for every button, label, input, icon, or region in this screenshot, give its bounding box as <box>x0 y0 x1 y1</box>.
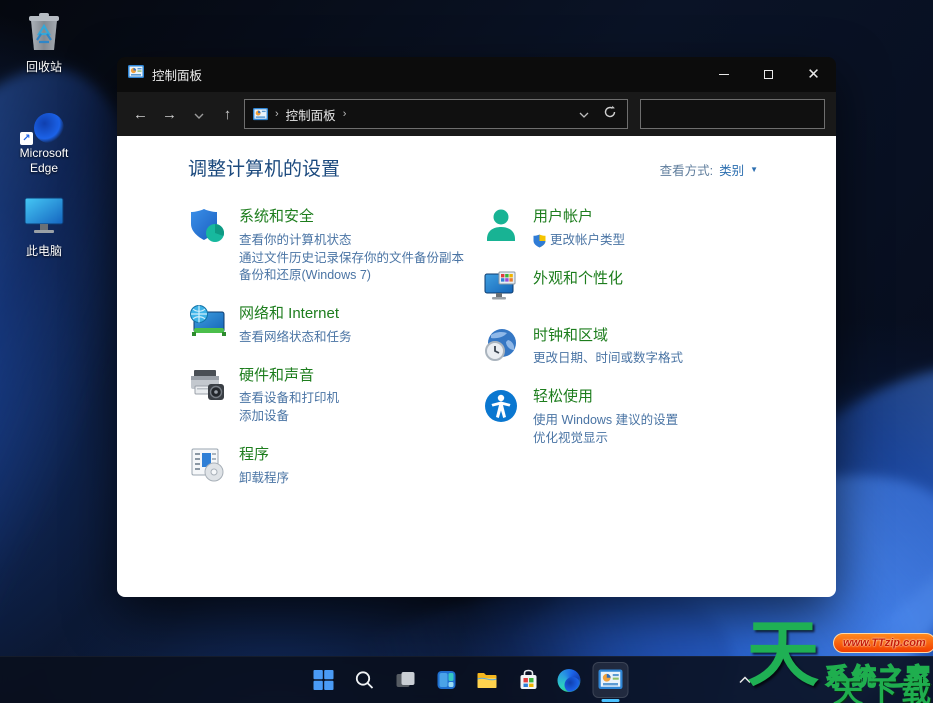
recent-pages-chevron-icon[interactable] <box>185 106 212 123</box>
search-icon <box>355 671 373 689</box>
close-button[interactable]: ✕ <box>791 57 836 92</box>
category-title[interactable]: 轻松使用 <box>533 388 678 407</box>
tray-hidden-icons-chevron[interactable] <box>739 676 751 684</box>
category-hardware-sound: 硬件和声音 查看设备和打印机 添加设备 <box>188 366 482 426</box>
maximize-icon <box>764 70 773 79</box>
minimize-icon <box>718 74 729 75</box>
desktop-icon-label: 回收站 <box>25 60 62 74</box>
category-network-internet: 网络和 Internet 查看网络状态和任务 <box>188 304 482 347</box>
category-user-accounts: 用户帐户 更改帐户类型 <box>482 207 758 250</box>
start-button[interactable] <box>305 662 341 698</box>
page-title: 调整计算机的设置 <box>188 159 341 180</box>
task-link[interactable]: 查看网络状态和任务 <box>239 329 352 347</box>
back-button[interactable]: ← <box>127 106 154 123</box>
category-title[interactable]: 系统和安全 <box>239 208 464 227</box>
address-dropdown-chevron-icon[interactable] <box>579 105 589 123</box>
category-ease-of-access: 轻松使用 使用 Windows 建议的设置 优化视觉显示 <box>482 387 758 447</box>
file-explorer-icon <box>477 672 497 688</box>
category-programs: 程序 卸载程序 <box>188 445 482 488</box>
user-accounts-icon[interactable] <box>482 207 520 245</box>
appearance-personalization-icon[interactable] <box>482 269 520 307</box>
clock-region-icon[interactable] <box>482 326 520 364</box>
this-pc-icon <box>21 194 67 241</box>
category-system-security: 系统和安全 查看你的计算机状态 通过文件历史记录保存你的文件备份副本 备份和还原… <box>188 207 482 285</box>
breadcrumb-separator: › <box>342 108 347 120</box>
task-link[interactable]: 添加设备 <box>239 408 339 426</box>
chevron-up-icon <box>739 676 751 684</box>
address-bar[interactable]: › 控制面板 › <box>244 99 628 129</box>
hardware-sound-icon[interactable] <box>188 366 226 404</box>
task-view-button[interactable] <box>387 662 423 698</box>
task-link[interactable]: 更改日期、时间或数字格式 <box>533 350 683 368</box>
widgets-icon <box>437 671 455 689</box>
store-button[interactable] <box>510 662 546 698</box>
desktop-icon-label: 此电脑 <box>25 244 62 258</box>
taskbar <box>0 656 933 703</box>
edge-icon <box>557 668 581 692</box>
programs-icon[interactable] <box>188 445 226 483</box>
ease-of-access-icon[interactable] <box>482 387 520 425</box>
view-by-label: 查看方式: <box>659 164 714 178</box>
task-link[interactable]: 查看你的计算机状态 <box>239 232 464 250</box>
category-column-right: 用户帐户 更改帐户类型 外观和个性化 时钟和区域 更改日期、时间或数字格式 轻松… <box>482 207 758 506</box>
task-link[interactable]: 通过文件历史记录保存你的文件备份副本 <box>239 250 464 268</box>
category-appearance-personalization: 外观和个性化 <box>482 269 758 307</box>
task-link-label: 更改帐户类型 <box>550 232 626 247</box>
edge-icon: ↗ <box>20 99 66 145</box>
task-link[interactable]: 卸载程序 <box>239 470 289 488</box>
navigation-toolbar: ← → ↑ › 控制面板 › <box>117 92 836 136</box>
category-title[interactable]: 外观和个性化 <box>533 270 623 289</box>
control-panel-icon <box>128 64 144 85</box>
desktop-icon-list: 回收站 ↗ Microsoft Edge 此电脑 <box>4 8 84 259</box>
search-box[interactable] <box>640 99 825 129</box>
store-icon <box>520 669 536 689</box>
category-title[interactable]: 时钟和区域 <box>533 327 683 346</box>
control-panel-icon <box>253 107 268 122</box>
file-explorer-button[interactable] <box>469 662 505 698</box>
refresh-icon[interactable] <box>603 105 617 124</box>
category-column-left: 系统和安全 查看你的计算机状态 通过文件历史记录保存你的文件备份副本 备份和还原… <box>188 207 482 506</box>
network-internet-icon[interactable] <box>188 304 226 342</box>
shortcut-arrow-icon: ↗ <box>20 132 33 145</box>
control-panel-icon <box>598 669 622 689</box>
desktop-icon-this-pc[interactable]: 此电脑 <box>5 194 83 259</box>
window-titlebar[interactable]: 控制面板 ✕ <box>117 57 836 92</box>
breadcrumb-control-panel[interactable]: 控制面板 <box>286 105 336 124</box>
view-by-caret-icon[interactable]: ▼ <box>750 165 758 174</box>
task-link[interactable]: 查看设备和打印机 <box>239 390 339 408</box>
up-button[interactable]: ↑ <box>214 106 241 123</box>
close-icon: ✕ <box>807 66 820 83</box>
control-panel-content: 调整计算机的设置 查看方式: 类别 ▼ 系统和安全 查看你的计算机状态 通过文件… <box>117 136 836 597</box>
maximize-button[interactable] <box>746 57 791 92</box>
search-input[interactable] <box>647 100 820 128</box>
task-link-uac[interactable]: 更改帐户类型 <box>533 232 625 250</box>
desktop-icon-recycle-bin[interactable]: 回收站 <box>5 8 83 75</box>
desktop-icon-label: Microsoft Edge <box>19 146 69 175</box>
system-security-icon[interactable] <box>188 207 226 245</box>
breadcrumb-separator: › <box>275 108 279 120</box>
category-title[interactable]: 网络和 Internet <box>239 305 352 324</box>
recycle-bin-icon <box>23 8 65 57</box>
category-title[interactable]: 程序 <box>239 446 289 465</box>
window-title: 控制面板 <box>152 69 203 83</box>
view-by-dropdown[interactable]: 类别 <box>719 160 744 179</box>
windows-start-icon <box>313 670 333 690</box>
minimize-button[interactable] <box>701 57 746 92</box>
task-link[interactable]: 备份和还原(Windows 7) <box>239 267 464 285</box>
taskbar-edge-button[interactable] <box>551 662 587 698</box>
forward-button[interactable]: → <box>156 106 183 123</box>
taskbar-search-button[interactable] <box>346 662 382 698</box>
category-clock-region: 时钟和区域 更改日期、时间或数字格式 <box>482 326 758 369</box>
category-title[interactable]: 硬件和声音 <box>239 367 339 386</box>
widgets-button[interactable] <box>428 662 464 698</box>
task-link[interactable]: 优化视觉显示 <box>533 430 678 448</box>
taskbar-control-panel-button[interactable] <box>592 662 628 698</box>
uac-shield-icon <box>533 234 546 248</box>
task-link[interactable]: 使用 Windows 建议的设置 <box>533 412 678 430</box>
category-title[interactable]: 用户帐户 <box>533 208 625 227</box>
task-view-icon <box>396 672 414 687</box>
desktop-icon-edge[interactable]: ↗ Microsoft Edge <box>5 99 83 176</box>
control-panel-window: 控制面板 ✕ ← → ↑ › 控制面板 › 调整计算机的设置 查看方式: 类别 … <box>117 57 836 597</box>
